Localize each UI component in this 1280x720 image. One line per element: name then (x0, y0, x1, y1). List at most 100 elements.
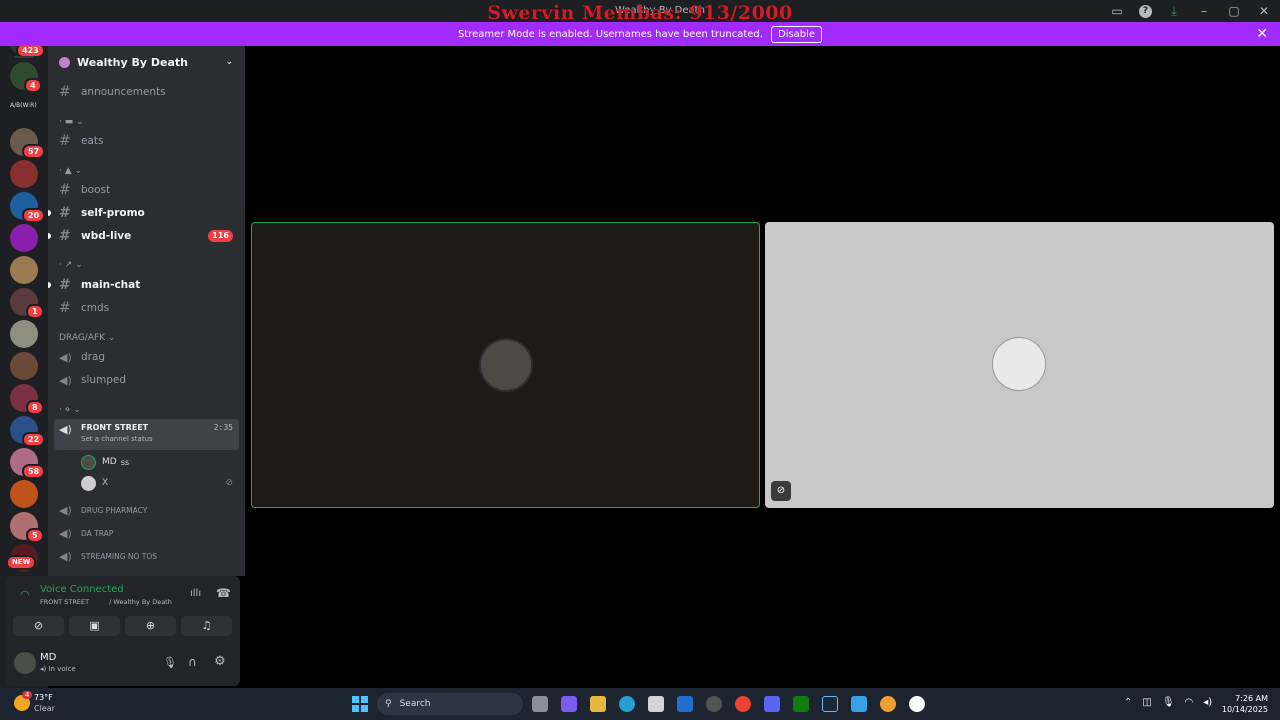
close-icon[interactable]: ✕ (1256, 26, 1268, 42)
close-window-button[interactable]: ✕ (1256, 3, 1272, 19)
channel-status[interactable]: Set a channel status (81, 435, 153, 443)
settings-gear-icon[interactable]: ⚙ (214, 654, 226, 669)
file-explorer-icon[interactable] (590, 696, 606, 712)
disable-streamer-mode-button[interactable]: Disable (770, 25, 823, 43)
server-icon[interactable] (10, 480, 38, 508)
server-icon[interactable]: 57 (10, 128, 46, 159)
minimize-button[interactable]: – (1196, 3, 1212, 19)
server-icon[interactable] (10, 224, 38, 252)
channel-name: DRUG PHARMACY (81, 505, 148, 515)
overlay-member-counter: Swervin Membas: 913/2000 (487, 2, 793, 24)
microphone-icon[interactable]: 🎙 (1162, 697, 1175, 708)
app-icon[interactable] (880, 696, 896, 712)
channel-announcements[interactable]: # announcements (54, 82, 239, 102)
voice-channel-front-street[interactable]: ◀) FRONT STREET Set a channel status 2:3… (54, 419, 239, 450)
start-button[interactable] (352, 696, 368, 712)
copilot-icon[interactable] (561, 696, 577, 712)
category-header[interactable]: · ▬ ⌄ (59, 117, 84, 127)
server-icon[interactable]: 20 (10, 192, 46, 223)
network-icon[interactable]: ◫ (1142, 697, 1151, 708)
screen-share-button[interactable]: ▣ (69, 616, 120, 636)
voice-user-md[interactable]: MD ss (76, 452, 239, 472)
store-icon[interactable] (648, 696, 664, 712)
category-header[interactable]: · ↗ ⌄ (59, 260, 83, 270)
channel-self-promo[interactable]: # self-promo (54, 203, 239, 223)
channel-boost[interactable]: # boost (54, 180, 239, 200)
participant-tile-md[interactable] (251, 222, 760, 508)
category-header[interactable]: · ⋄ ⌄ (59, 405, 81, 415)
volume-icon[interactable]: ◂) (1203, 697, 1212, 708)
help-icon[interactable]: ? (1139, 4, 1152, 18)
voice-user-x[interactable]: X ⊘ (76, 473, 239, 493)
participant-tile-x[interactable]: ⊘ (765, 222, 1274, 508)
streamer-mode-message: Streamer Mode is enabled. Usernames have… (457, 28, 763, 40)
wifi-icon[interactable]: ◠ (1185, 697, 1194, 708)
avatar[interactable] (14, 652, 36, 674)
chevron-up-icon[interactable]: ⌃ (1124, 697, 1132, 708)
headphones-icon[interactable]: ∩ (188, 655, 197, 669)
download-icon[interactable]: ⤓ (1166, 3, 1182, 19)
clock-time: 7:26 AM (1235, 694, 1268, 703)
xbox-icon[interactable] (793, 696, 809, 712)
app-icon[interactable] (706, 696, 722, 712)
mention-badge: 116 (208, 230, 233, 242)
hash-icon: # (59, 300, 71, 316)
channel-main-chat[interactable]: # main-chat (54, 275, 239, 295)
camera-toggle-button[interactable]: ⊘ (13, 616, 64, 636)
guild-header[interactable]: Wealthy By Death ⌄ (48, 46, 245, 78)
user-name: MD (102, 457, 117, 467)
camera-off-icon: ⊘ (33, 619, 44, 632)
unread-pill (48, 210, 51, 216)
steam-icon[interactable] (822, 696, 838, 712)
server-icon[interactable]: 5 (10, 512, 44, 543)
voice-channel-da-trap[interactable]: ◀) DA TRAP (54, 523, 239, 543)
voice-channel-streaming-no-tos[interactable]: ◀) STREAMING NO TOS (54, 546, 239, 566)
screen-share-icon[interactable]: ▭ (1109, 3, 1125, 19)
unread-pill (48, 282, 51, 288)
outlook-icon[interactable] (677, 696, 693, 712)
voice-channel-drag[interactable]: ◀) drag (54, 347, 239, 367)
channel-name: STREAMING NO TOS (81, 551, 158, 561)
edge-icon[interactable] (619, 696, 635, 712)
notepad-icon[interactable] (851, 696, 867, 712)
channel-name: announcements (81, 86, 166, 98)
clock[interactable]: 7:26 AM 10/14/2025 (1222, 693, 1268, 715)
voice-channel-drug-pharmacy[interactable]: ◀) DRUG PHARMACY (54, 500, 239, 520)
user-name: MD (40, 652, 57, 663)
server-icon[interactable]: 8 (10, 384, 44, 415)
maximize-button[interactable]: ▢ (1226, 3, 1242, 19)
server-icon[interactable]: 1 (10, 288, 44, 319)
microphone-icon[interactable]: 🎙 (163, 656, 177, 669)
voice-location[interactable]: FRONT STREET / Wealthy By Death (40, 598, 172, 606)
server-icon[interactable] (10, 320, 38, 348)
task-view-icon[interactable] (532, 696, 548, 712)
media-player-icon[interactable] (909, 696, 925, 712)
noise-suppression-icon[interactable]: ıllı (190, 588, 201, 599)
server-icon[interactable]: 58 (10, 448, 46, 479)
disconnect-icon[interactable]: ☎ (216, 586, 231, 600)
taskbar-search[interactable]: ⚲ Search (377, 693, 523, 715)
divider (14, 56, 34, 58)
server-icon[interactable] (10, 256, 38, 284)
channel-eats[interactable]: # eats (54, 131, 239, 151)
category-header[interactable]: · ▲ ⌄ (59, 166, 82, 176)
activities-button[interactable]: ⊕ (125, 616, 176, 636)
soundboard-button[interactable]: ♫ (181, 616, 232, 636)
server-folder-label[interactable]: A/B(W:R) (10, 102, 37, 109)
signal-icon: ◠ (20, 588, 30, 601)
category-drag-afk[interactable]: DRAG/AFK ⌄ (59, 333, 115, 343)
discord-taskbar-icon[interactable] (764, 696, 780, 712)
channel-name: drag (81, 351, 106, 363)
voice-stage: ⊘ (245, 46, 1280, 688)
server-icon[interactable] (10, 160, 38, 188)
chrome-icon[interactable] (735, 696, 751, 712)
channel-cmds[interactable]: # cmds (54, 298, 239, 318)
server-icon[interactable]: 22 (10, 416, 46, 447)
server-icon[interactable]: 4 (10, 62, 42, 93)
voice-duration: 2:35 (213, 423, 233, 432)
system-tray: ⌃ ◫ 🎙 ◠ ◂) (1124, 697, 1212, 708)
channel-wbd-live[interactable]: # wbd-live 116 (54, 226, 239, 246)
voice-channel-slumped[interactable]: ◀) slumped (54, 370, 239, 390)
server-icon[interactable] (10, 352, 38, 380)
screen-share-icon: ▣ (89, 619, 100, 632)
